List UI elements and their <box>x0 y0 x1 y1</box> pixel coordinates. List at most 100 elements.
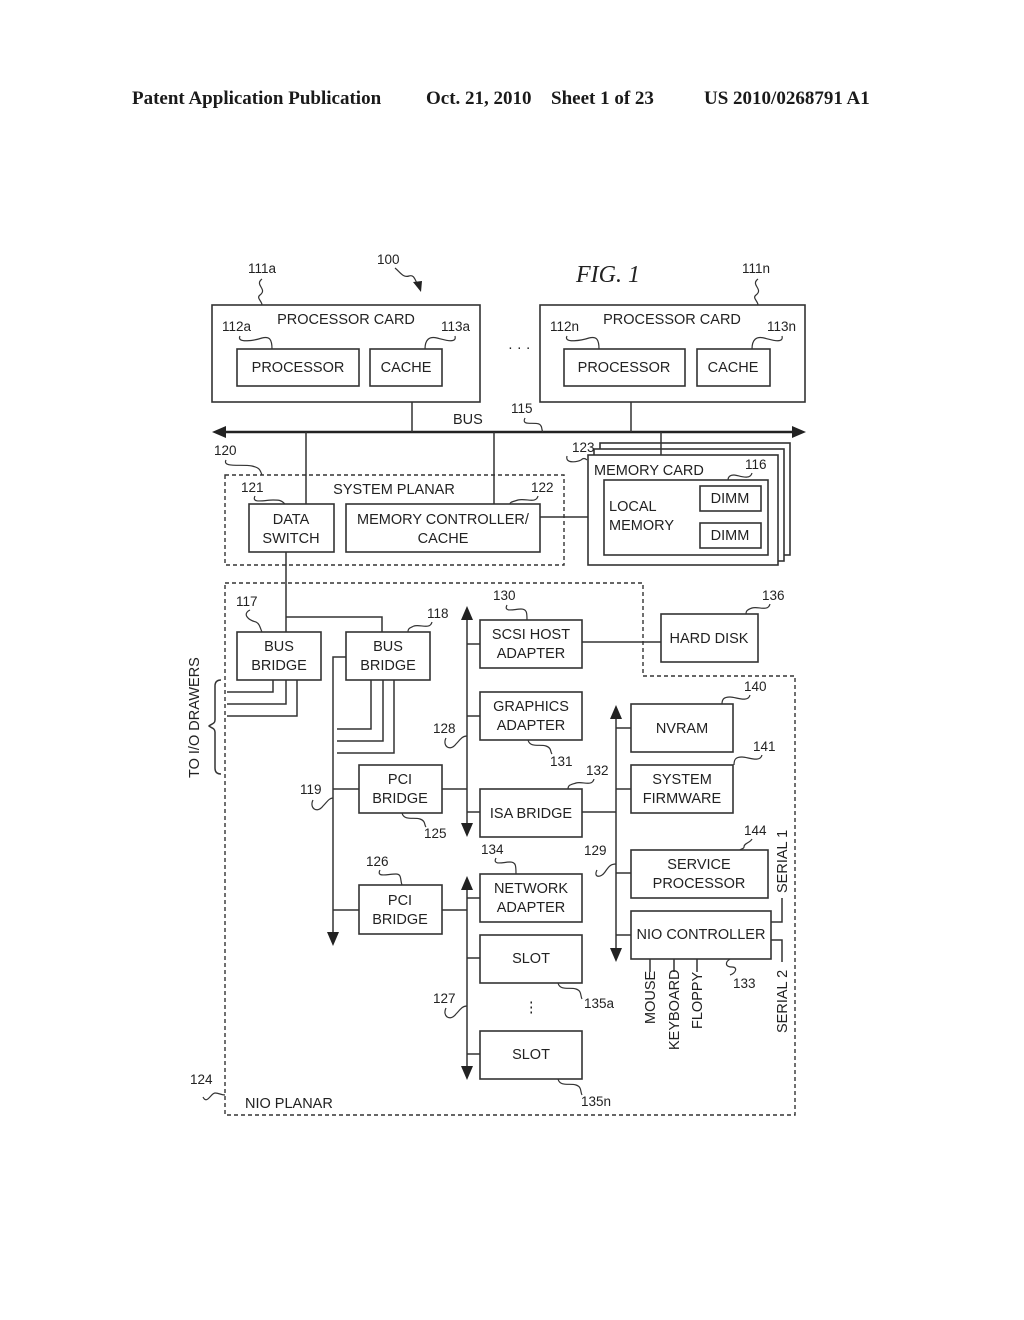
port-serial1-label: SERIAL 1 <box>775 830 791 893</box>
processor-a-label: PROCESSOR <box>252 360 345 376</box>
leader-132 <box>567 778 595 790</box>
ref-133: 133 <box>733 976 756 991</box>
ref-120: 120 <box>214 443 237 458</box>
firmware-line1: SYSTEM <box>652 772 712 788</box>
pci-bridge-125-line1: PCI <box>388 772 412 788</box>
pci-bus-119-arrow-icon <box>327 932 339 946</box>
ref-141: 141 <box>753 739 776 754</box>
slot-ellipsis: ⋮ <box>524 1000 539 1016</box>
port-floppy-label: FLOPPY <box>690 971 706 1029</box>
slot-135n: SLOT 135n <box>467 1030 611 1109</box>
nio-controller-label: NIO CONTROLLER <box>637 927 766 943</box>
processor-card-n-label: PROCESSOR CARD <box>603 312 741 328</box>
ref-126: 126 <box>366 854 389 869</box>
graphics-adapter: GRAPHICS ADAPTER 131 <box>467 691 583 769</box>
ref-134: 134 <box>481 842 504 857</box>
local-memory-line2: MEMORY <box>609 518 674 534</box>
ref-115: 115 <box>511 401 533 416</box>
ref-100: 100 <box>377 252 400 267</box>
pci-bridge-126-line2: BRIDGE <box>372 912 428 928</box>
ref-128: 128 <box>433 721 456 736</box>
service-processor: SERVICE PROCESSOR 144 <box>616 823 769 899</box>
leader-122 <box>509 495 539 505</box>
ref-130: 130 <box>493 588 516 603</box>
ref-119: 119 <box>300 782 322 797</box>
system-planar-label: SYSTEM PLANAR <box>333 482 455 498</box>
ref-117: 117 <box>236 594 258 609</box>
ref-135n: 135n <box>581 1094 611 1109</box>
bus-arrow-right-icon <box>792 426 806 438</box>
pci-bridge-126-line1: PCI <box>388 893 412 909</box>
arrow-100-icon <box>413 281 422 292</box>
leader-120 <box>224 459 263 476</box>
bus-127-arrow-up-icon <box>461 876 473 890</box>
processor-card-a: PROCESSOR CARD 111a PROCESSOR 112a CACHE… <box>211 261 481 403</box>
memory-controller-line2: CACHE <box>418 531 469 547</box>
processor-card-a-label: PROCESSOR CARD <box>277 312 415 328</box>
service-processor-line2: PROCESSOR <box>653 876 746 892</box>
bus-label: BUS <box>453 412 483 428</box>
hard-disk-label: HARD DISK <box>670 631 749 647</box>
leader-123 <box>566 455 588 463</box>
pci-bridge-125: PCI BRIDGE 125 <box>333 764 467 841</box>
leader-144 <box>739 838 753 851</box>
leader-119 <box>311 797 334 811</box>
leader-141 <box>733 754 763 766</box>
ref-131: 131 <box>550 754 573 769</box>
system-planar: SYSTEM PLANAR 120 DATA SWITCH 121 MEMORY… <box>214 432 565 566</box>
port-keyboard-label: KEYBOARD <box>667 969 683 1050</box>
network-line2: ADAPTER <box>497 900 566 916</box>
graphics-line2: ADAPTER <box>497 718 566 734</box>
leader-129 <box>595 863 617 877</box>
slot-135a-label: SLOT <box>512 951 550 967</box>
bus-128-arrow-up-icon <box>461 606 473 620</box>
figure-title: FIG. 1 <box>575 262 640 288</box>
bridge-118-link <box>286 616 383 632</box>
ref-111a: 111a <box>248 261 277 276</box>
ref-144: 144 <box>744 823 767 838</box>
block-diagram: FIG. 1 100 PROCESSOR CARD 111a PROCESSOR… <box>187 252 806 1116</box>
dimm-2-label: DIMM <box>711 528 750 544</box>
pci-bus-119 <box>332 656 346 935</box>
ref-112n: 112n <box>550 319 579 334</box>
bus-bridge-118-line2: BRIDGE <box>360 658 416 674</box>
ref-140: 140 <box>744 679 767 694</box>
bus-127-arrow-down-icon <box>461 1066 473 1080</box>
firmware-line2: FIRMWARE <box>643 791 722 807</box>
ref-132: 132 <box>586 763 609 778</box>
leader-117 <box>245 609 263 633</box>
nio-planar-label: NIO PLANAR <box>245 1096 333 1112</box>
hard-disk: HARD DISK 136 <box>660 588 785 663</box>
processor-n-label: PROCESSOR <box>578 360 671 376</box>
graphics-line1: GRAPHICS <box>493 699 569 715</box>
system-bus: BUS 115 <box>212 401 806 438</box>
memory-card-stack: MEMORY CARD 123 LOCAL MEMORY 116 DIMM DI… <box>566 432 791 566</box>
ref-123: 123 <box>572 440 595 455</box>
processor-cards-ellipsis: · · · <box>508 340 531 356</box>
bus-arrow-left-icon <box>212 426 226 438</box>
leader-111n <box>754 278 760 306</box>
local-memory-line1: LOCAL <box>609 499 657 515</box>
ref-113n: 113n <box>767 319 796 334</box>
port-serial2-label: SERIAL 2 <box>775 970 791 1033</box>
network-line1: NETWORK <box>494 881 568 897</box>
ref-121: 121 <box>241 480 264 495</box>
ref-116: 116 <box>745 457 767 472</box>
pci-bridge-126: PCI BRIDGE 126 <box>333 854 467 935</box>
leader-134 <box>494 857 517 875</box>
data-switch-line1: DATA <box>273 512 310 528</box>
slot-135a: SLOT 135a <box>467 934 615 1011</box>
to-io-drawers-label: TO I/O DRAWERS <box>187 657 203 778</box>
ref-118: 118 <box>427 606 449 621</box>
ref-136: 136 <box>762 588 785 603</box>
leader-130 <box>505 604 528 621</box>
leader-124 <box>202 1092 226 1101</box>
ref-129: 129 <box>584 843 607 858</box>
bus-bridge-117: BUS BRIDGE 117 <box>236 594 322 681</box>
bus-bridge-117-line1: BUS <box>264 639 294 655</box>
ref-112a: 112a <box>222 319 252 334</box>
leader-128 <box>444 735 468 749</box>
leader-140 <box>721 694 751 705</box>
io-drawer-lines <box>227 680 395 754</box>
memory-card-label: MEMORY CARD <box>594 463 704 479</box>
